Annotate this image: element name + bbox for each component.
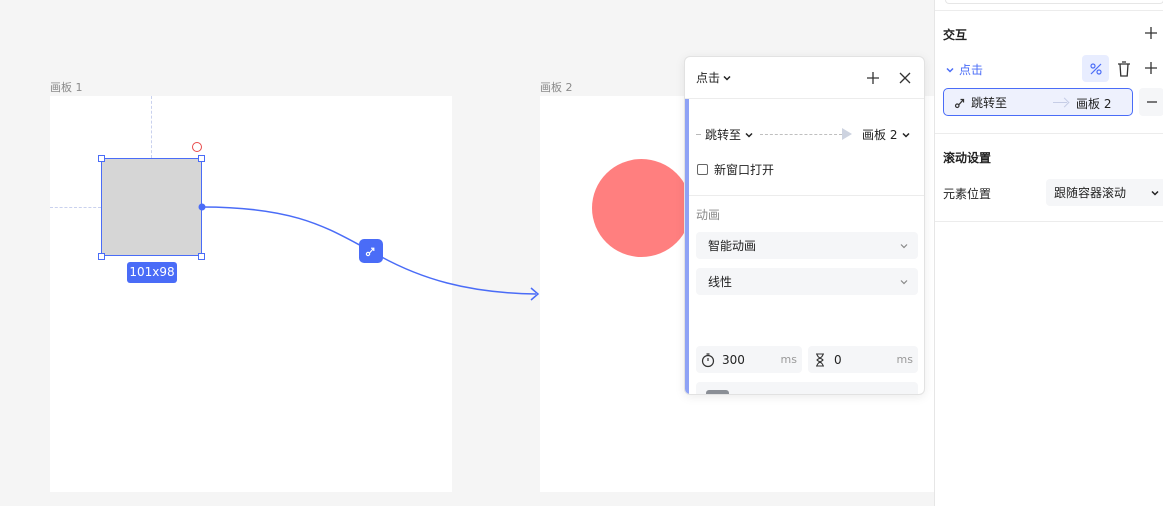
panel-top-field	[945, 0, 1163, 4]
jump-link-icon	[954, 98, 965, 108]
animation-type-select[interactable]: 智能动画	[696, 232, 918, 259]
interaction-node[interactable]	[359, 239, 383, 263]
trigger-dropdown[interactable]: 点击	[696, 69, 732, 86]
chevron-down-icon	[723, 75, 731, 81]
color-swatch[interactable]	[706, 390, 729, 394]
target-label: 画板 2	[862, 128, 898, 142]
timer-icon	[701, 352, 715, 367]
action-row: 跳转至 画板 2	[696, 124, 918, 144]
duration-input[interactable]: 300 ms	[696, 346, 802, 373]
position-select[interactable]: 跟随容器滚动	[1046, 179, 1163, 206]
chevron-down-icon	[902, 132, 910, 138]
trigger-label: 点击	[696, 71, 721, 85]
trash-icon[interactable]	[1116, 60, 1132, 78]
position-value: 跟随容器滚动	[1054, 186, 1127, 200]
hourglass-icon	[816, 352, 824, 367]
delay-value: 0	[834, 352, 842, 367]
chevron-down-icon	[745, 132, 753, 138]
action-dropdown[interactable]: 跳转至	[705, 126, 754, 143]
divider	[935, 133, 1163, 134]
easing-value: 线性	[708, 275, 733, 289]
position-label: 元素位置	[943, 187, 992, 201]
duration-unit: ms	[780, 353, 797, 366]
interaction-popover: 点击 跳转至 画板 2 新窗口打开 动画 智能动画 线性 300 ms 0 ms	[684, 56, 925, 395]
easing-select[interactable]: 线性	[696, 268, 918, 295]
properties-panel: 交互 点击 跳转至 画板 2 滚动设置 元素位置 跟随容器滚动	[934, 0, 1163, 506]
jump-link-icon	[365, 247, 375, 257]
plus-icon[interactable]	[1143, 25, 1159, 41]
plus-icon[interactable]	[864, 69, 882, 87]
remove-action-button[interactable]	[1139, 88, 1163, 116]
trigger-toggle[interactable]: 点击	[945, 61, 983, 78]
percent-button[interactable]	[1082, 55, 1109, 82]
new-window-option[interactable]: 新窗口打开	[697, 161, 774, 178]
action-label: 跳转至	[705, 128, 742, 142]
divider	[935, 221, 1163, 222]
duration-value: 300	[722, 352, 745, 367]
chevron-down-icon	[946, 67, 954, 73]
color-field	[696, 382, 918, 394]
plus-icon[interactable]	[1143, 60, 1159, 76]
popover-body: 跳转至 画板 2 新窗口打开 动画 智能动画 线性 300 ms 0 ms	[689, 99, 924, 394]
chevron-down-icon	[900, 279, 908, 284]
delay-unit: ms	[896, 353, 913, 366]
divider	[935, 10, 1163, 11]
divider	[689, 195, 924, 196]
popover-header: 点击	[685, 57, 924, 99]
interaction-action-chip[interactable]: 跳转至 画板 2	[943, 88, 1133, 116]
action-label: 跳转至	[971, 95, 1008, 110]
arrow-right-icon	[1053, 102, 1067, 103]
trigger-label: 点击	[959, 63, 984, 77]
scroll-section-title: 滚动设置	[943, 151, 992, 165]
animation-section-label: 动画	[696, 208, 721, 222]
target-dropdown[interactable]: 画板 2	[862, 126, 911, 143]
minus-icon	[1146, 101, 1157, 103]
action-connector	[696, 134, 701, 135]
delay-input[interactable]: 0 ms	[808, 346, 918, 373]
chevron-down-icon	[1151, 190, 1159, 196]
new-window-label: 新窗口打开	[714, 163, 775, 177]
chevron-down-icon	[900, 243, 908, 248]
animation-type-value: 智能动画	[708, 239, 757, 253]
action-target-label: 画板 2	[1076, 97, 1112, 111]
interaction-section-title: 交互	[943, 28, 968, 42]
percent-icon	[1089, 62, 1102, 75]
new-window-checkbox[interactable]	[697, 164, 708, 175]
action-connector-dashed	[760, 134, 842, 135]
close-icon[interactable]	[896, 69, 914, 87]
arrow-right-icon	[842, 128, 852, 140]
